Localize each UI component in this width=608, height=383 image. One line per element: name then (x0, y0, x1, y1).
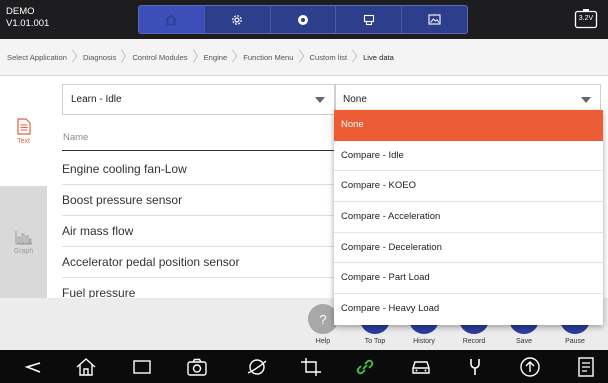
dropdown-option-compare-deceleration[interactable]: Compare - Deceleration (334, 233, 603, 264)
to-top-label: To Top (364, 338, 386, 345)
chevron-right-icon (121, 49, 127, 65)
app-name: DEMO V1.01.001 (6, 6, 49, 30)
vci-link-button[interactable] (352, 354, 378, 380)
camera-icon (187, 358, 207, 376)
compare-select-value: None (343, 94, 367, 105)
dropdown-option-compare-part-load[interactable]: Compare - Part Load (334, 263, 603, 295)
dropdown-option-none[interactable]: None (334, 110, 603, 141)
dropdown-option-compare-acceleration[interactable]: Compare - Acceleration (334, 202, 603, 233)
report-icon (578, 357, 594, 377)
save-label: Save (516, 338, 532, 345)
mode-select[interactable]: Learn - Idle (62, 84, 335, 115)
dropdown-option-compare-koeo[interactable]: Compare - KOEO (334, 171, 603, 203)
top-navigation (138, 5, 468, 34)
printer-icon (363, 14, 374, 25)
chevron-right-icon (232, 49, 238, 65)
breadcrumb: Select Application Diagnosis Control Mod… (0, 39, 608, 76)
caret-down-icon (315, 97, 325, 103)
pause-label: Pause (565, 338, 585, 345)
battery-indicator: 3.2V (574, 8, 598, 29)
browser-button[interactable] (244, 354, 270, 380)
tab-graph-label: Graph (13, 247, 34, 255)
print-button[interactable] (336, 6, 403, 33)
dropdown-option-compare-heavy-load[interactable]: Compare - Heavy Load (334, 294, 603, 325)
recents-icon (133, 360, 151, 374)
image-icon (428, 14, 441, 25)
crop-icon (301, 358, 321, 376)
record-icon (297, 14, 308, 25)
home-icon (165, 14, 177, 25)
history-label: History (413, 338, 435, 345)
home-nav-button[interactable] (73, 354, 99, 380)
breadcrumb-item[interactable]: Function Menu (243, 49, 309, 65)
data-list: Engine cooling fan-Low Boost pressure se… (62, 154, 335, 309)
home-icon (76, 358, 96, 376)
link-icon (356, 359, 374, 375)
tab-text-label: Text (17, 137, 30, 145)
column-header-name: Name (62, 124, 335, 151)
compare-dropdown-list: None Compare - Idle Compare - KOEO Compa… (334, 110, 603, 325)
graph-icon (15, 230, 32, 244)
app-version: V1.01.001 (6, 18, 50, 29)
recents-button[interactable] (129, 354, 155, 380)
upload-icon (520, 357, 540, 377)
breadcrumb-item[interactable]: Diagnosis (83, 49, 132, 65)
upload-button[interactable] (517, 354, 543, 380)
record-button[interactable] (271, 6, 337, 33)
breadcrumb-item[interactable]: Engine (204, 49, 244, 65)
chevron-right-icon (352, 49, 358, 65)
camera-button[interactable] (184, 354, 210, 380)
settings-button[interactable] (205, 6, 271, 33)
tab-graph[interactable]: Graph (0, 186, 47, 298)
record-label: Record (462, 338, 486, 345)
top-bar: DEMO V1.01.001 3.2V (0, 0, 608, 39)
breadcrumb-item[interactable]: Control Modules (132, 49, 203, 65)
car-icon (412, 361, 430, 374)
chevron-right-icon (298, 49, 304, 65)
help-icon: ? (319, 311, 327, 327)
crop-button[interactable] (298, 354, 324, 380)
report-button[interactable] (573, 354, 599, 380)
data-row[interactable]: Boost pressure sensor (62, 185, 335, 216)
tools-button[interactable] (462, 354, 488, 380)
gear-icon (232, 14, 242, 25)
vehicle-button[interactable] (408, 354, 434, 380)
chevron-right-icon (72, 49, 77, 65)
text-document-icon (16, 117, 31, 135)
home-button[interactable] (139, 6, 205, 33)
caret-down-icon (581, 97, 591, 103)
data-row[interactable]: Air mass flow (62, 216, 335, 247)
data-row[interactable]: Accelerator pedal position sensor (62, 247, 335, 278)
chevron-right-icon (192, 49, 198, 65)
system-navigation-bar (0, 350, 608, 383)
help-label: Help (315, 338, 331, 345)
breadcrumb-item[interactable]: Select Application (7, 49, 83, 65)
back-button[interactable] (19, 354, 45, 380)
app-name-line1: DEMO (6, 6, 35, 17)
dropdown-option-compare-idle[interactable]: Compare - Idle (334, 141, 603, 172)
breadcrumb-item[interactable]: Custom list (310, 49, 364, 65)
screenshot-button[interactable] (402, 6, 467, 33)
battery-voltage: 3.2V (578, 15, 594, 22)
mode-select-value: Learn - Idle (71, 94, 122, 105)
data-row[interactable]: Engine cooling fan-Low (62, 154, 335, 185)
back-icon (24, 362, 41, 373)
tab-text[interactable]: Text (0, 76, 47, 186)
browser-icon (247, 359, 267, 375)
breadcrumb-current: Live data (363, 52, 394, 62)
wrench-icon (470, 359, 480, 375)
